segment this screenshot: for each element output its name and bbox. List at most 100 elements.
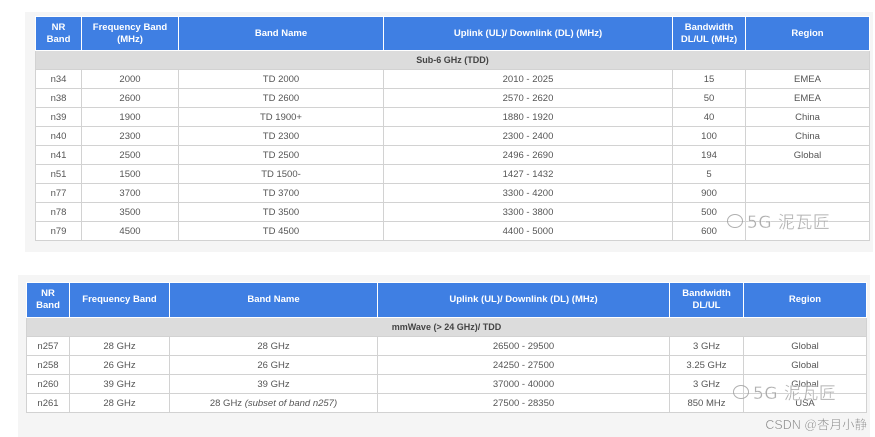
- header-band-name: Band Name: [178, 16, 384, 51]
- cell-ul-dl-range: 24250 - 27500: [377, 355, 670, 375]
- csdn-watermark: CSDN @杏月小静: [765, 418, 867, 432]
- header-bandwidth: Bandwidth DL/UL: [669, 282, 744, 318]
- cell-ul-dl-range: 2570 - 2620: [383, 88, 673, 108]
- cell-frequency: 26 GHz: [69, 355, 170, 375]
- cell-frequency: 39 GHz: [69, 374, 170, 394]
- cell-region: Global: [743, 336, 867, 356]
- group-label: mmWave (> 24 GHz)/ TDD: [26, 317, 867, 337]
- table-row: n51 1500 TD 1500- 1427 - 1432 5: [35, 164, 870, 184]
- cell-ul-dl-range: 1427 - 1432: [383, 164, 673, 184]
- cell-nr-band: n77: [35, 183, 82, 203]
- cell-region: [745, 164, 870, 184]
- table-row: n258 26 GHz 26 GHz 24250 - 27500 3.25 GHz Glo…: [26, 355, 867, 375]
- cell-band-name: TD 3700: [178, 183, 384, 203]
- cell-ul-dl-range: 1880 - 1920: [383, 107, 673, 127]
- cell-frequency: 4500: [81, 221, 179, 241]
- cell-band-name: TD 2500: [178, 145, 384, 165]
- cell-nr-band: n41: [35, 145, 82, 165]
- cell-band-name: 28 GHz (subset of band n257): [169, 393, 378, 413]
- cell-frequency: 2600: [81, 88, 179, 108]
- brand-watermark: 5G 泥瓦匠: [727, 208, 830, 233]
- cell-region: China: [745, 126, 870, 146]
- cell-bandwidth: 900: [672, 183, 746, 203]
- header-bandwidth: Bandwidth DL/UL (MHz): [672, 16, 746, 51]
- cell-ul-dl-range: 2010 - 2025: [383, 69, 673, 89]
- cell-bandwidth: 50: [672, 88, 746, 108]
- cell-bandwidth: 194: [672, 145, 746, 165]
- wechat-bubble-icon: [733, 385, 749, 399]
- cell-nr-band: n261: [26, 393, 70, 413]
- cell-ul-dl-range: 4400 - 5000: [383, 221, 673, 241]
- cell-frequency: 1900: [81, 107, 179, 127]
- cell-ul-dl-range: 37000 - 40000: [377, 374, 670, 394]
- cell-band-name: TD 2600: [178, 88, 384, 108]
- cell-bandwidth: 3.25 GHz: [669, 355, 744, 375]
- wechat-bubble-icon: [727, 214, 743, 228]
- table-row: n77 3700 TD 3700 3300 - 4200 900: [35, 183, 870, 203]
- cell-band-name: TD 2000: [178, 69, 384, 89]
- cell-nr-band: n39: [35, 107, 82, 127]
- cell-region: [745, 183, 870, 203]
- cell-frequency: 2500: [81, 145, 179, 165]
- header-uplink-downlink: Uplink (UL)/ Downlink (DL) (MHz): [383, 16, 673, 51]
- cell-band-name: TD 4500: [178, 221, 384, 241]
- cell-region: Global: [745, 145, 870, 165]
- table-header-row: NR Band Frequency Band Band Name Uplink …: [26, 282, 867, 318]
- cell-region: China: [745, 107, 870, 127]
- header-region: Region: [745, 16, 870, 51]
- brand-watermark-2: 5G 泥瓦匠: [733, 379, 836, 404]
- cell-frequency: 2300: [81, 126, 179, 146]
- cell-nr-band: n34: [35, 69, 82, 89]
- cell-bandwidth: 3 GHz: [669, 336, 744, 356]
- cell-band-name: TD 3500: [178, 202, 384, 222]
- cell-frequency: 2000: [81, 69, 179, 89]
- cell-band-name: TD 1900+: [178, 107, 384, 127]
- header-nr-band: NR Band: [35, 16, 82, 51]
- cell-region: EMEA: [745, 88, 870, 108]
- cell-nr-band: n257: [26, 336, 70, 356]
- cell-frequency: 3700: [81, 183, 179, 203]
- cell-band-name: TD 1500-: [178, 164, 384, 184]
- cell-band-name: TD 2300: [178, 126, 384, 146]
- table-row: n40 2300 TD 2300 2300 - 2400 100 China: [35, 126, 870, 146]
- cell-bandwidth: 15: [672, 69, 746, 89]
- cell-band-name: 39 GHz: [169, 374, 378, 394]
- cell-band-name: 26 GHz: [169, 355, 378, 375]
- cell-region: Global: [743, 355, 867, 375]
- header-region: Region: [743, 282, 867, 318]
- group-row: mmWave (> 24 GHz)/ TDD: [26, 317, 867, 337]
- table-header-row: NR Band Frequency Band (MHz) Band Name U…: [35, 16, 870, 51]
- cell-frequency: 1500: [81, 164, 179, 184]
- header-frequency-band: Frequency Band: [69, 282, 170, 318]
- cell-frequency: 28 GHz: [69, 393, 170, 413]
- cell-region: EMEA: [745, 69, 870, 89]
- table-row: n257 28 GHz 28 GHz 26500 - 29500 3 GHz Global: [26, 336, 867, 356]
- cell-nr-band: n38: [35, 88, 82, 108]
- cell-ul-dl-range: 3300 - 3800: [383, 202, 673, 222]
- group-row: Sub-6 GHz (TDD): [35, 50, 870, 70]
- cell-ul-dl-range: 2496 - 2690: [383, 145, 673, 165]
- header-uplink-downlink: Uplink (UL)/ Downlink (DL) (MHz): [377, 282, 670, 318]
- cell-ul-dl-range: 3300 - 4200: [383, 183, 673, 203]
- cell-nr-band: n260: [26, 374, 70, 394]
- cell-nr-band: n51: [35, 164, 82, 184]
- cell-band-name: 28 GHz: [169, 336, 378, 356]
- cell-ul-dl-range: 26500 - 29500: [377, 336, 670, 356]
- cell-ul-dl-range: 27500 - 28350: [377, 393, 670, 413]
- group-label: Sub-6 GHz (TDD): [35, 50, 870, 70]
- table-row: n38 2600 TD 2600 2570 - 2620 50 EMEA: [35, 88, 870, 108]
- cell-bandwidth: 5: [672, 164, 746, 184]
- cell-frequency: 3500: [81, 202, 179, 222]
- table-row: n39 1900 TD 1900+ 1880 - 1920 40 China: [35, 107, 870, 127]
- table-row: n34 2000 TD 2000 2010 - 2025 15 EMEA: [35, 69, 870, 89]
- cell-nr-band: n78: [35, 202, 82, 222]
- header-band-name: Band Name: [169, 282, 378, 318]
- cell-frequency: 28 GHz: [69, 336, 170, 356]
- cell-nr-band: n79: [35, 221, 82, 241]
- cell-nr-band: n258: [26, 355, 70, 375]
- cell-nr-band: n40: [35, 126, 82, 146]
- header-nr-band: NR Band: [26, 282, 70, 318]
- band-name-note: (subset of band n257): [242, 397, 338, 409]
- cell-ul-dl-range: 2300 - 2400: [383, 126, 673, 146]
- header-frequency-band: Frequency Band (MHz): [81, 16, 179, 51]
